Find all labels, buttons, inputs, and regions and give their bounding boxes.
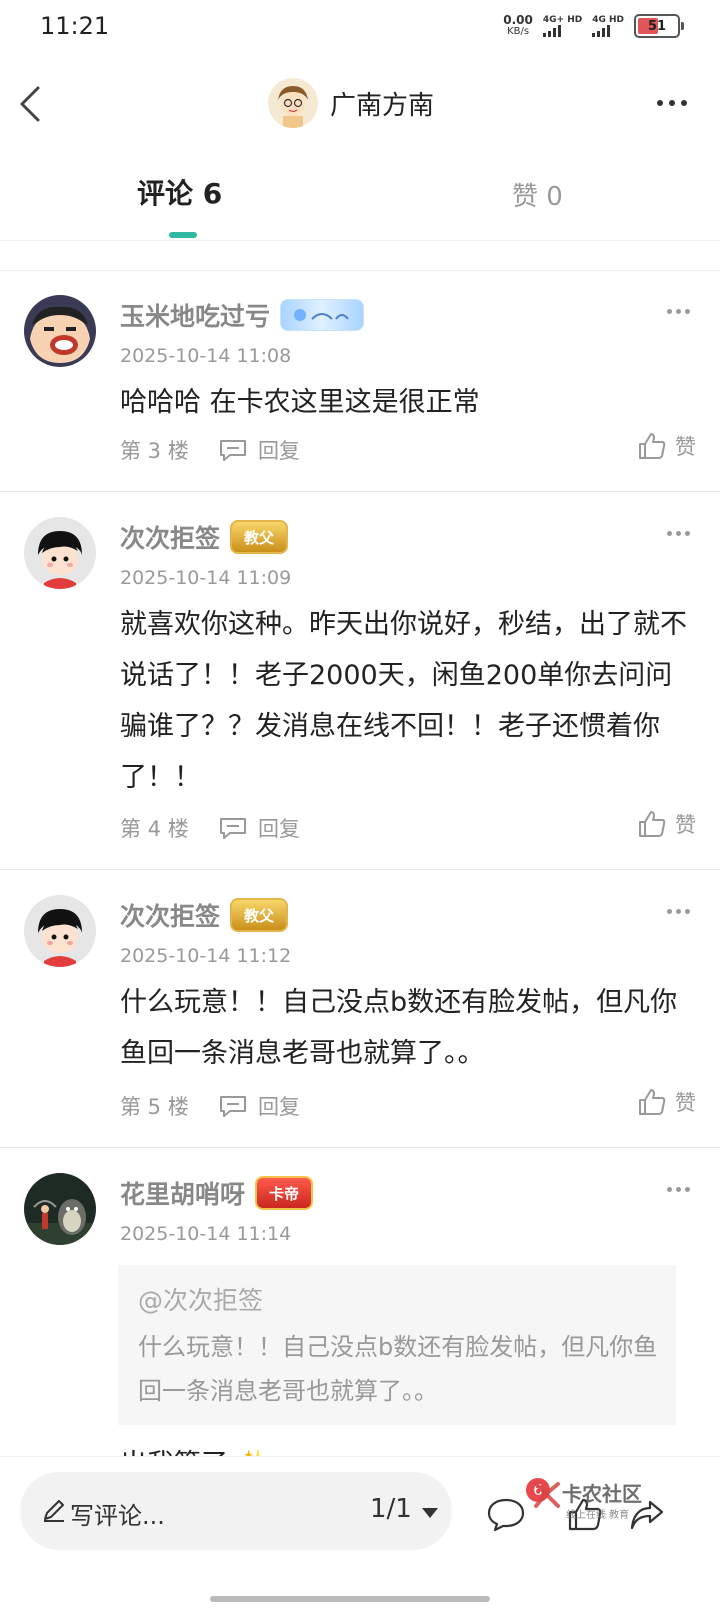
- comment-timestamp: 2025-10-14 11:09: [120, 567, 292, 589]
- floor-number: 第 3 楼: [120, 439, 189, 463]
- status-time: 11:21: [40, 12, 110, 40]
- reply-button[interactable]: 回复: [218, 1091, 300, 1121]
- page-indicator[interactable]: 1/1: [370, 1494, 412, 1524]
- home-indicator[interactable]: [210, 1596, 490, 1602]
- floor-number: 第 5 楼: [120, 1095, 189, 1119]
- comment-header: 玉米地吃过亏: [120, 297, 365, 333]
- reply-icon: [220, 440, 246, 461]
- comment-item: 玉米地吃过亏 2025-10-14 11:08 哈哈哈 在卡农这里这是很正常 第…: [0, 271, 720, 492]
- reply-label: 回复: [258, 1095, 300, 1119]
- quoted-text: 什么玩意！！自己没点b数还有脸发帖，但凡你鱼回一条消息老哥也就算了。。: [138, 1333, 658, 1405]
- tab-likes[interactable]: 赞 0: [512, 176, 563, 213]
- comment-bubble-icon[interactable]: [486, 1496, 526, 1532]
- reply-button[interactable]: 回复: [218, 813, 300, 843]
- network-speed-value: 0.00: [503, 13, 533, 27]
- comment-more-button[interactable]: [667, 309, 690, 314]
- signal-label-1: 4G+ HD: [542, 15, 583, 25]
- write-comment-placeholder: 写评论...: [70, 1502, 165, 1530]
- comment-footer: 第 4 楼 回复: [120, 813, 300, 843]
- quoted-comment[interactable]: @次次拒签 什么玩意！！自己没点b数还有脸发帖，但凡你鱼回一条消息老哥也就算了。…: [118, 1265, 676, 1425]
- user-title-badge: 教父: [230, 520, 289, 554]
- like-button[interactable]: 赞: [637, 809, 696, 839]
- write-comment-input[interactable]: 写评论... 1/1: [20, 1472, 452, 1550]
- reply-icon: [220, 1096, 246, 1117]
- post-author-name: 广南方南: [330, 90, 435, 121]
- divider: [0, 1456, 720, 1457]
- like-label: 赞: [675, 1091, 696, 1115]
- winter-badge-icon: [294, 309, 349, 321]
- battery-icon: 51: [634, 14, 684, 38]
- comment-header: 次次拒签 教父: [120, 519, 289, 555]
- reply-label: 回复: [258, 817, 300, 841]
- user-title-badge: 教父: [230, 898, 289, 932]
- comment-header: 花里胡哨呀 卡帝: [120, 1175, 314, 1211]
- tab-bar: 评论 6 赞 0: [0, 160, 720, 240]
- comment-username[interactable]: 次次拒签: [120, 897, 220, 933]
- quoted-username: @次次拒签: [138, 1286, 264, 1315]
- floor-number: 第 4 楼: [120, 817, 189, 841]
- avatar[interactable]: [24, 295, 96, 367]
- comment-more-button[interactable]: [667, 531, 690, 536]
- thumbs-up-icon: [639, 433, 666, 459]
- comment-text: 哈哈哈 在卡农这里这是很正常: [120, 387, 480, 418]
- comment-text: 什么玩意！！自己没点b数还有脸发帖，但凡你鱼回一条消息老哥也就算了。。: [120, 987, 678, 1069]
- network-speed: 0.00 KB/s: [503, 14, 533, 38]
- more-horizontal-icon: [657, 100, 663, 106]
- like-button[interactable]: 赞: [637, 431, 696, 461]
- spacer: [0, 241, 720, 271]
- user-level-badge: [280, 299, 365, 331]
- comment-footer: 第 3 楼 回复: [120, 435, 300, 465]
- comment-item: 次次拒签 教父 2025-10-14 11:12 什么玩意！！自己没点b数还有脸…: [0, 871, 720, 1148]
- comment-timestamp: 2025-10-14 11:12: [120, 945, 292, 967]
- back-button[interactable]: [14, 80, 54, 128]
- reply-label: 回复: [258, 439, 300, 463]
- top-nav: 广南方南: [0, 70, 720, 138]
- comment-item: 花里胡哨呀 卡帝 2025-10-14 11:14 @次次拒签 什么玩意！！自己…: [0, 1149, 720, 1456]
- caret-down-icon[interactable]: [422, 1508, 438, 1518]
- user-title-badge: 卡帝: [255, 1176, 314, 1210]
- like-button[interactable]: 赞: [637, 1087, 696, 1117]
- avatar: [268, 78, 318, 128]
- comment-username[interactable]: 花里胡哨呀: [120, 1175, 245, 1211]
- like-label: 赞: [675, 813, 696, 837]
- comment-item: 次次拒签 教父 2025-10-14 11:09 就喜欢你这种。昨天出你说好，秒…: [0, 493, 720, 870]
- comment-username[interactable]: 玉米地吃过亏: [120, 297, 270, 333]
- comment-footer: 第 5 楼 回复: [120, 1091, 300, 1121]
- pen-icon: [44, 1500, 64, 1522]
- battery-level: 51: [647, 18, 667, 34]
- app-watermark: 卡农社区 线上在线 教育: [532, 1476, 652, 1534]
- thumbs-up-icon: [639, 1089, 666, 1115]
- post-author[interactable]: 广南方南: [268, 78, 434, 128]
- thumbs-up-icon: [639, 811, 666, 837]
- comment-text: 出我算了 ✨: [120, 1439, 690, 1456]
- watermark-title: 卡农社区: [562, 1482, 642, 1506]
- comment-more-button[interactable]: [667, 909, 690, 914]
- comment-timestamp: 2025-10-14 11:14: [120, 1223, 292, 1245]
- watermark-subtitle: 线上在线 教育: [566, 1510, 630, 1521]
- watermark-logo-icon: [534, 1482, 560, 1508]
- avatar[interactable]: [24, 517, 96, 589]
- signal-icon-2: 4G HD: [592, 15, 624, 37]
- chevron-left-icon: [20, 86, 40, 122]
- status-indicators: 0.00 KB/s 4G+ HD 4G HD 51: [503, 14, 684, 38]
- signal-icon: 4G+ HD: [542, 15, 583, 37]
- signal-label-2: 4G HD: [592, 15, 624, 25]
- status-bar: 11:21 0.00 KB/s 4G+ HD 4G HD 51: [0, 0, 720, 56]
- network-speed-unit: KB/s: [507, 26, 530, 37]
- comment-timestamp: 2025-10-14 11:08: [120, 345, 292, 367]
- like-label: 赞: [675, 435, 696, 459]
- reply-button[interactable]: 回复: [218, 435, 300, 465]
- reply-icon: [220, 818, 246, 839]
- comment-header: 次次拒签 教父: [120, 897, 289, 933]
- avatar[interactable]: [24, 1173, 96, 1245]
- comment-text: 就喜欢你这种。昨天出你说好，秒结，出了就不说话了！！老子2000天，闲鱼200单…: [120, 609, 687, 793]
- tab-comments[interactable]: 评论 6: [137, 172, 222, 212]
- bottom-action-bar: 写评论... 1/1 6 卡农社区 线上在线 教育: [0, 1456, 720, 1612]
- more-button[interactable]: [652, 90, 692, 116]
- comment-username[interactable]: 次次拒签: [120, 519, 220, 555]
- avatar[interactable]: [24, 895, 96, 967]
- comment-more-button[interactable]: [667, 1187, 690, 1192]
- tab-active-indicator: [169, 232, 197, 238]
